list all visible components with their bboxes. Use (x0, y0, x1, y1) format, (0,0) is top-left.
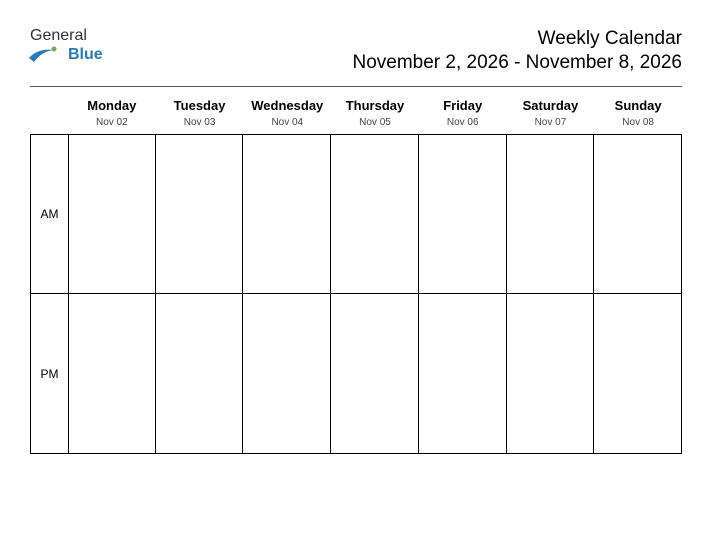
calendar-cell (68, 134, 156, 294)
logo-text-general: General (30, 28, 103, 44)
day-date: Nov 04 (243, 115, 331, 134)
logo: General Blue (30, 28, 103, 66)
day-date: Nov 05 (331, 115, 419, 134)
day-date: Nov 07 (507, 115, 595, 134)
date-range: November 2, 2026 - November 8, 2026 (352, 52, 682, 74)
day-header: Saturday (507, 95, 595, 115)
day-name: Thursday (346, 98, 405, 113)
calendar-cell (156, 294, 244, 454)
calendar-cell (594, 294, 682, 454)
day-name: Wednesday (251, 98, 323, 113)
calendar-grid: Monday Tuesday Wednesday Thursday Friday… (30, 95, 682, 454)
calendar-cell (594, 134, 682, 294)
calendar-cell (68, 294, 156, 454)
swoosh-icon (28, 44, 58, 66)
day-header: Friday (419, 95, 507, 115)
calendar-cell (419, 134, 507, 294)
calendar-cell (243, 134, 331, 294)
blank-corner (30, 115, 68, 134)
calendar-cell (243, 294, 331, 454)
day-header: Monday (68, 95, 156, 115)
day-date: Nov 08 (594, 115, 682, 134)
day-header: Tuesday (156, 95, 244, 115)
period-label-am: AM (30, 134, 68, 294)
day-header: Sunday (594, 95, 682, 115)
day-name: Saturday (523, 98, 579, 113)
day-date: Nov 02 (68, 115, 156, 134)
day-header: Thursday (331, 95, 419, 115)
header-divider (30, 86, 682, 87)
blank-corner (30, 95, 68, 115)
calendar-cell (331, 294, 419, 454)
calendar-cell (507, 134, 595, 294)
period-label-pm: PM (30, 294, 68, 454)
title-block: Weekly Calendar November 2, 2026 - Novem… (352, 28, 682, 74)
calendar-cell (331, 134, 419, 294)
day-name: Tuesday (174, 98, 226, 113)
calendar-cell (507, 294, 595, 454)
day-name: Monday (87, 98, 136, 113)
logo-text-blue: Blue (68, 47, 103, 63)
day-date: Nov 03 (156, 115, 244, 134)
calendar-cell (419, 294, 507, 454)
day-date: Nov 06 (419, 115, 507, 134)
day-name: Sunday (615, 98, 662, 113)
calendar-cell (156, 134, 244, 294)
day-name: Friday (443, 98, 482, 113)
day-header: Wednesday (243, 95, 331, 115)
page-title: Weekly Calendar (352, 28, 682, 50)
page-header: General Blue Weekly Calendar November 2,… (30, 28, 682, 74)
